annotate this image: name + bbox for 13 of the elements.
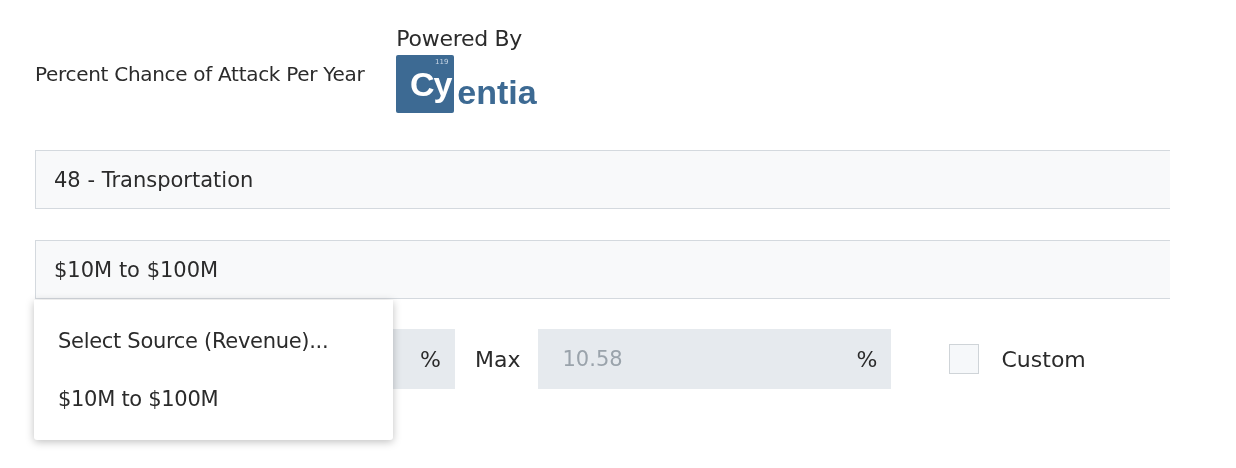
logo-text: Cy [409,64,452,104]
logo-text: entia [457,75,537,109]
dropdown-option[interactable]: Select Source (Revenue)... [34,321,393,379]
max-label: Max [475,346,521,372]
section-label: Percent Chance of Attack Per Year [35,62,365,86]
custom-checkbox[interactable] [949,344,980,374]
powered-by-text: Powered By [396,26,523,51]
percent-unit: % [420,346,441,372]
revenue-select[interactable]: $10M to $100M [35,240,1170,299]
custom-label: Custom [1001,346,1086,372]
percent-unit: % [856,346,878,372]
dropdown-option[interactable]: $10M to $100M [34,379,393,437]
industry-select[interactable]: 48 - Transportation [35,150,1170,209]
